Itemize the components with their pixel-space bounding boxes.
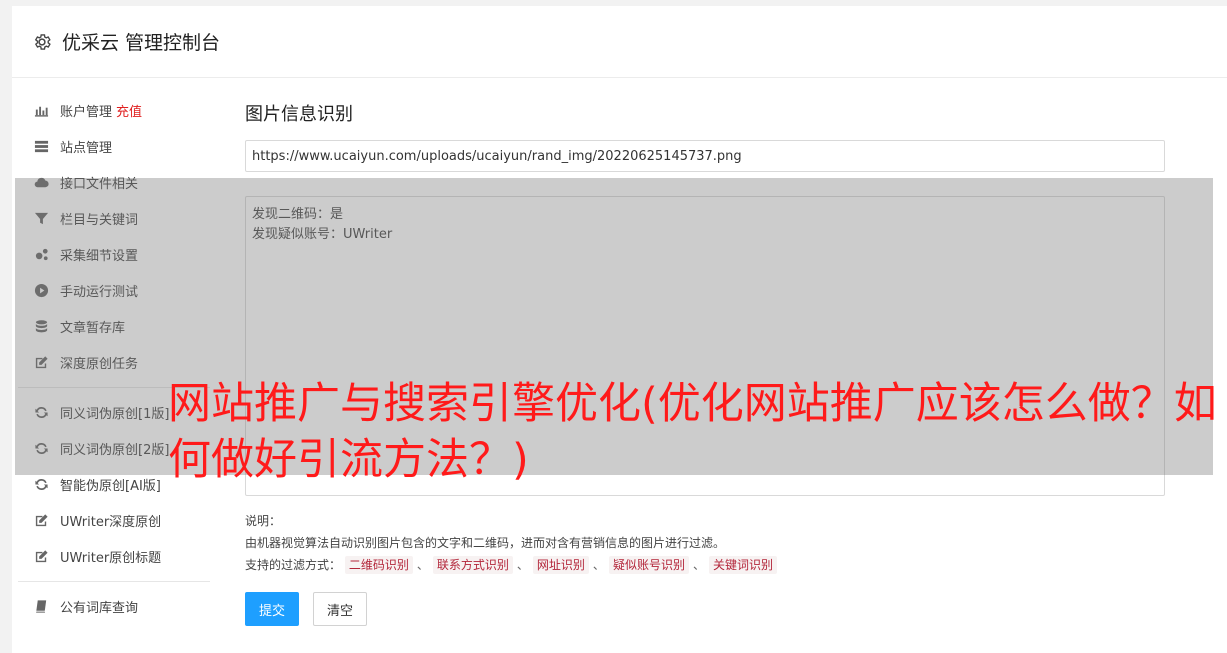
server-icon xyxy=(32,137,50,155)
book-icon xyxy=(32,597,50,615)
recharge-link[interactable]: 充值 xyxy=(116,101,142,120)
filter-tag: 关键词识别 xyxy=(708,556,777,574)
sidebar-item-uwriter-title[interactable]: UWriter原创标题 xyxy=(18,538,210,574)
sidebar-item-label: UWriter原创标题 xyxy=(60,550,162,566)
sidebar-item-uwriter-deep[interactable]: UWriter深度原创 xyxy=(18,502,210,538)
separator: 、 xyxy=(416,558,429,572)
sidebar-item-label: 站点管理 xyxy=(60,140,113,156)
bar-chart-icon xyxy=(32,101,50,119)
filter-methods: 支持的过滤方式： 二维码识别、联系方式识别、网址识别、疑似账号识别、关键词识别 xyxy=(245,554,1165,576)
filter-tag: 疑似账号识别 xyxy=(608,556,689,574)
sidebar-item-public-lexicon[interactable]: 公有词库查询 xyxy=(18,588,210,624)
button-row: 提交 清空 xyxy=(245,592,1165,626)
section-title: 图片信息识别 xyxy=(245,104,353,125)
gear-icon[interactable] xyxy=(32,32,52,52)
separator: 、 xyxy=(692,558,705,572)
page-title: 优采云 管理控制台 xyxy=(62,32,221,54)
separator: 、 xyxy=(516,558,529,572)
sidebar-item-label: 账户管理 xyxy=(60,104,113,120)
edit-icon xyxy=(32,547,50,565)
filter-tag: 联系方式识别 xyxy=(432,556,513,574)
notes: 说明： 由机器视觉算法自动识别图片包含的文字和二维码，进而对含有营销信息的图片进… xyxy=(245,510,1165,576)
image-url-input[interactable] xyxy=(245,140,1165,172)
filter-tag: 网址识别 xyxy=(532,556,589,574)
filter-label: 支持的过滤方式： xyxy=(245,558,342,572)
notes-label: 说明： xyxy=(245,514,282,528)
sidebar-item-account[interactable]: 账户管理 充值 xyxy=(18,92,210,128)
sidebar-divider xyxy=(18,581,210,582)
sidebar-item-label: 公有词库查询 xyxy=(60,600,139,616)
submit-button[interactable]: 提交 xyxy=(245,592,299,626)
sidebar-item-sites[interactable]: 站点管理 xyxy=(18,128,210,164)
separator: 、 xyxy=(592,558,605,572)
edit-icon xyxy=(32,511,50,529)
notes-description: 由机器视觉算法自动识别图片包含的文字和二维码，进而对含有营销信息的图片进行过滤。 xyxy=(245,536,726,550)
sidebar-item-label: UWriter深度原创 xyxy=(60,514,162,530)
overlay-title: 网站推广与搜索引擎优化(优化网站推广应该怎么做？如何做好引流方法？) xyxy=(168,379,1217,485)
sidebar-item-label: 智能伪原创[AI版] xyxy=(60,478,161,494)
clear-button[interactable]: 清空 xyxy=(313,592,367,626)
refresh-icon xyxy=(32,475,50,493)
filter-tag: 二维码识别 xyxy=(344,556,413,574)
header: 优采云 管理控制台 xyxy=(12,6,1227,78)
